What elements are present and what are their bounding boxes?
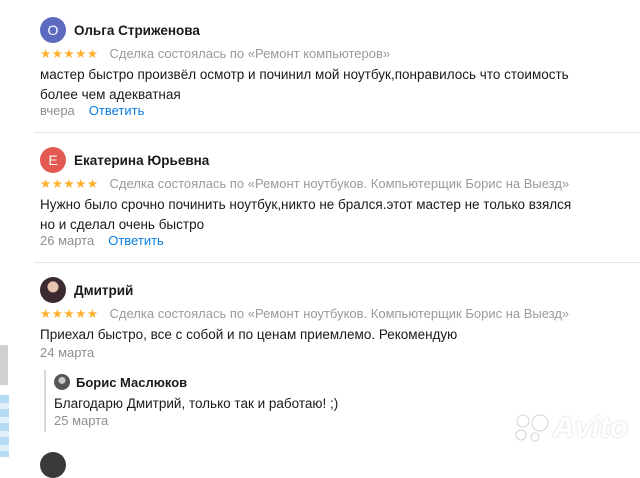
review-footer: вчера Ответить — [40, 103, 144, 118]
avatar[interactable] — [40, 452, 66, 478]
deal-info: Сделка состоялась по «Ремонт ноутбуков. … — [109, 306, 570, 321]
watermark-text: Avito — [553, 411, 628, 444]
reply-button[interactable]: Ответить — [89, 103, 145, 118]
avatar[interactable]: О — [40, 17, 66, 43]
review-footer: 26 марта Ответить — [40, 233, 164, 248]
deal-info: Сделка состоялась по «Ремонт компьютеров… — [109, 46, 391, 61]
answer-header: Борис Маслюков — [54, 373, 187, 391]
avatar[interactable]: Е — [40, 147, 66, 173]
review-meta: ★★★★★ Сделка состоялась по «Ремонт компь… — [40, 46, 390, 61]
review-author[interactable]: Екатерина Юрьевна — [74, 153, 209, 168]
rating-stars: ★★★★★ — [40, 177, 99, 191]
scrollbar[interactable] — [0, 345, 8, 385]
review-date: 26 марта — [40, 233, 95, 248]
divider — [34, 132, 640, 133]
review-date: вчера — [40, 103, 75, 118]
avito-logo-icon — [515, 414, 549, 442]
review-meta: ★★★★★ Сделка состоялась по «Ремонт ноутб… — [40, 176, 569, 191]
deal-info: Сделка состоялась по «Ремонт ноутбуков. … — [109, 176, 570, 191]
review-author[interactable]: Дмитрий — [74, 283, 133, 298]
review-header: Дмитрий — [40, 277, 133, 303]
edge-decoration — [0, 395, 9, 457]
rating-stars: ★★★★★ — [40, 307, 99, 321]
rating-stars: ★★★★★ — [40, 47, 99, 61]
reply-button[interactable]: Ответить — [108, 233, 164, 248]
avatar[interactable] — [54, 374, 70, 390]
avatar-letter: Е — [48, 152, 58, 168]
review-text: Нужно было срочно починить ноутбук,никто… — [40, 197, 572, 232]
review-header: Е Екатерина Юрьевна — [40, 147, 209, 173]
review-footer: 24 марта — [40, 345, 94, 360]
avatar-letter: О — [47, 22, 59, 38]
answer-date: 25 марта — [54, 413, 109, 428]
review-text: мастер быстро произвёл осмотр и починил … — [40, 67, 569, 102]
review-text: Приехал быстро, все с собой и по ценам п… — [40, 327, 458, 342]
divider — [34, 262, 640, 263]
review-header: О Ольга Стриженова — [40, 17, 200, 43]
review-meta: ★★★★★ Сделка состоялась по «Ремонт ноутб… — [40, 306, 569, 321]
answer-footer: 25 марта — [54, 413, 108, 428]
avatar[interactable] — [40, 277, 66, 303]
answer-author[interactable]: Борис Маслюков — [76, 375, 187, 390]
review-author[interactable]: Ольга Стриженова — [74, 23, 200, 38]
avito-watermark: Avito — [513, 411, 628, 445]
review-date: 24 марта — [40, 345, 95, 360]
